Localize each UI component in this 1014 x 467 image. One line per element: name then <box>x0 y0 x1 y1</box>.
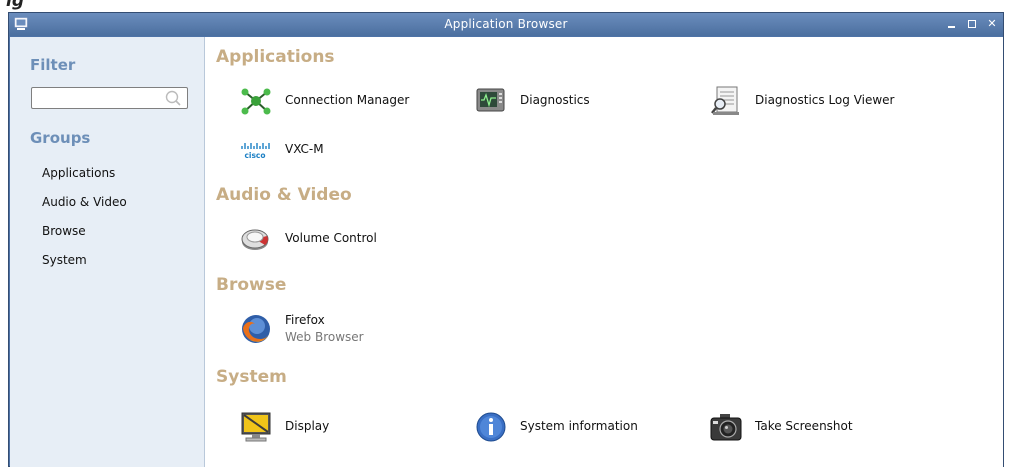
app-label: Display <box>285 419 330 433</box>
window-controls: ✕ <box>947 17 997 31</box>
firefox-icon <box>242 315 270 343</box>
minimize-icon[interactable] <box>947 18 957 30</box>
search-input[interactable] <box>35 90 159 108</box>
application-browser-window: Application Browser ✕ Filter Groups Appl… <box>8 12 1004 467</box>
app-list-panel: Applications Connection Manager Diagnost… <box>205 37 1003 467</box>
search-icon[interactable] <box>163 89 183 107</box>
section-title-system: System <box>216 367 287 387</box>
app-connection-manager[interactable]: Connection Manager <box>239 84 439 118</box>
app-system-information[interactable]: System information <box>474 410 674 444</box>
cisco-icon: cisco <box>241 143 270 160</box>
group-item-audio-video[interactable]: Audio & Video <box>42 195 127 209</box>
app-subtitle: Web Browser <box>285 330 364 344</box>
network-icon <box>241 88 271 115</box>
volume-icon <box>241 229 269 250</box>
maximize-icon[interactable] <box>967 18 977 30</box>
groups-heading: Groups <box>30 129 91 147</box>
svg-text:cisco: cisco <box>244 151 265 160</box>
group-item-applications[interactable]: Applications <box>42 166 115 180</box>
sidebar: Filter Groups Applications Audio & Video… <box>10 37 205 467</box>
partial-heading-text: ig <box>6 0 24 11</box>
info-icon <box>476 412 506 442</box>
partial-heading: ig <box>0 0 1014 12</box>
app-diagnostics[interactable]: Diagnostics <box>474 84 674 118</box>
title-bar[interactable]: Application Browser ✕ <box>9 13 1003 36</box>
app-volume-control[interactable]: Volume Control <box>239 222 439 256</box>
monitor-icon <box>476 88 505 112</box>
log-viewer-icon <box>711 86 739 115</box>
app-label: Diagnostics <box>520 93 590 107</box>
app-label: VXC-M <box>285 142 324 156</box>
filter-heading: Filter <box>30 56 76 74</box>
section-title-browse: Browse <box>216 275 287 295</box>
window-title: Application Browser <box>444 17 568 31</box>
app-label: Volume Control <box>285 231 377 245</box>
filter-search-box[interactable] <box>31 87 188 109</box>
app-label: Take Screenshot <box>755 419 853 433</box>
app-take-screenshot[interactable]: Take Screenshot <box>709 410 929 444</box>
camera-icon <box>710 414 742 441</box>
group-item-system[interactable]: System <box>42 253 87 267</box>
display-icon <box>241 412 271 442</box>
close-icon[interactable]: ✕ <box>987 18 997 30</box>
section-title-audio-video: Audio & Video <box>216 185 352 205</box>
app-vxc-m[interactable]: cisco VXC-M <box>239 133 439 167</box>
app-label: Connection Manager <box>285 93 410 107</box>
group-item-browse[interactable]: Browse <box>42 224 86 238</box>
app-label: System information <box>520 419 638 433</box>
app-diagnostics-log-viewer[interactable]: Diagnostics Log Viewer <box>709 84 929 118</box>
app-label: Diagnostics Log Viewer <box>755 93 895 107</box>
app-label: Firefox <box>285 313 325 327</box>
section-title-applications: Applications <box>216 47 335 67</box>
app-display[interactable]: Display <box>239 410 439 444</box>
app-firefox[interactable]: Firefox Web Browser <box>239 312 439 346</box>
